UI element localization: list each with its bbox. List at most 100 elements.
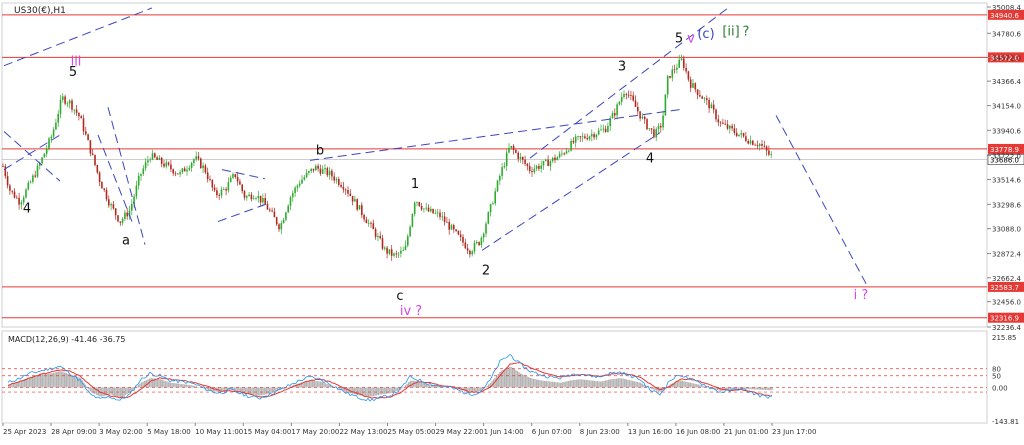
- candle-body: [16, 198, 18, 199]
- candle-body: [232, 174, 234, 178]
- macd-histogram-bar: [104, 387, 105, 395]
- macd-histogram-bar: [320, 382, 321, 388]
- candle-body: [630, 95, 632, 96]
- candle-body: [568, 151, 570, 152]
- candle-body: [524, 160, 526, 164]
- macd-histogram-bar: [189, 385, 190, 387]
- macd-histogram-bar: [422, 382, 423, 387]
- candle-body: [573, 141, 575, 143]
- candle-body: [699, 95, 701, 97]
- macd-histogram-bar: [762, 387, 763, 389]
- candle-body: [513, 146, 515, 150]
- macd-histogram-bar: [35, 376, 36, 388]
- macd-tick-label: 50: [992, 373, 1001, 381]
- macd-histogram-bar: [691, 383, 692, 387]
- candle-body: [184, 168, 186, 171]
- price-level-label: 32316.9: [990, 315, 1019, 323]
- candle-body: [193, 159, 195, 163]
- candle-body: [701, 97, 703, 99]
- candle-body: [113, 204, 115, 208]
- candle-body: [538, 166, 540, 169]
- candle-body: [264, 198, 266, 204]
- candle-body: [297, 186, 299, 188]
- candle-body: [230, 178, 232, 182]
- candle-body: [494, 191, 496, 203]
- macd-histogram-bar: [326, 384, 327, 388]
- candle-body: [237, 177, 239, 181]
- macd-histogram-bar: [62, 372, 63, 388]
- time-tick-label: 23 Jun 17:00: [772, 428, 816, 436]
- macd-histogram-bar: [264, 387, 265, 394]
- macd-histogram-bar: [381, 387, 382, 394]
- candle-body: [301, 180, 303, 184]
- candle-body: [44, 154, 46, 158]
- macd-histogram-bar: [317, 381, 318, 387]
- macd-histogram-bar: [160, 379, 161, 387]
- candle-body: [734, 128, 736, 133]
- candle-body: [209, 179, 211, 180]
- candle-body: [619, 102, 621, 104]
- candle-body: [361, 205, 363, 215]
- candle-body: [692, 83, 694, 88]
- candle-body: [621, 97, 623, 102]
- candle-body: [658, 126, 660, 129]
- macd-histogram-bar: [32, 376, 33, 387]
- macd-histogram-bar: [514, 369, 515, 387]
- candle-body: [189, 168, 191, 170]
- candle-body: [274, 212, 276, 218]
- macd-histogram-bar: [472, 387, 473, 391]
- candle-body: [444, 216, 446, 222]
- candle-body: [315, 166, 317, 171]
- candle-body: [522, 157, 524, 160]
- candle-body: [557, 157, 559, 160]
- time-tick-label: 5 May 18:00: [147, 428, 191, 436]
- candle-body: [329, 171, 331, 175]
- candle-body: [485, 224, 487, 234]
- candle-body: [681, 59, 683, 60]
- macd-histogram-bar: [757, 387, 758, 389]
- macd-histogram-bar: [165, 381, 166, 387]
- macd-histogram-bar: [554, 382, 555, 387]
- macd-histogram-bar: [208, 387, 209, 390]
- candle-body: [354, 199, 356, 201]
- macd-histogram-bar: [181, 384, 182, 387]
- macd-histogram-bar: [576, 380, 577, 388]
- candle-body: [586, 138, 588, 139]
- time-tick-label: 21 Jun 01:00: [724, 428, 768, 436]
- macd-histogram-bar: [395, 387, 396, 391]
- candle-body: [101, 182, 103, 188]
- candle-body: [336, 179, 338, 180]
- candle-body: [580, 136, 582, 137]
- candle-body: [143, 168, 145, 173]
- candle-body: [182, 168, 184, 172]
- macd-histogram-bar: [421, 382, 422, 388]
- macd-histogram-bar: [238, 387, 239, 391]
- time-tick-label: 17 May 20:00: [291, 428, 339, 436]
- candle-body: [637, 107, 639, 111]
- macd-histogram-bar: [133, 387, 134, 389]
- macd-histogram-bar: [768, 387, 769, 390]
- macd-histogram-bar: [530, 378, 531, 388]
- macd-histogram-bar: [506, 368, 507, 387]
- macd-histogram-bar: [638, 382, 639, 387]
- price-level-label: 32583.7: [990, 284, 1019, 292]
- macd-histogram-bar: [325, 383, 326, 387]
- candle-body: [212, 180, 214, 187]
- macd-histogram-bar: [478, 387, 479, 391]
- candle-body: [506, 153, 508, 166]
- candle-body: [582, 136, 584, 137]
- macd-histogram-bar: [699, 385, 700, 388]
- macd-histogram-bar: [66, 373, 67, 387]
- time-tick-label: 25 May 05:00: [388, 428, 436, 436]
- macd-histogram-bar: [235, 387, 236, 391]
- macd-histogram-bar: [694, 384, 695, 388]
- macd-histogram-bar: [595, 381, 596, 387]
- macd-histogram-bar: [610, 379, 611, 387]
- wave-label: c: [396, 289, 403, 304]
- candle-body: [14, 192, 16, 198]
- macd-histogram-bar: [242, 387, 243, 392]
- macd-histogram-bar: [54, 372, 55, 387]
- macd-histogram-bar: [38, 375, 39, 387]
- macd-histogram-bar: [254, 387, 255, 395]
- candle-body: [62, 96, 64, 99]
